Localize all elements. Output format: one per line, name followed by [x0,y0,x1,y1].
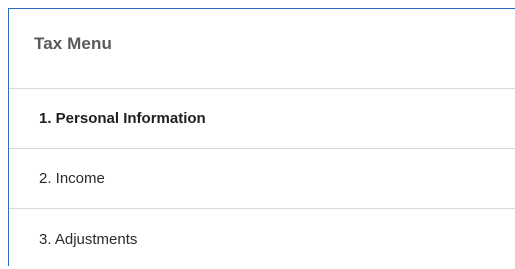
tax-menu-panel: Tax Menu 1. Personal Information 2. Inco… [8,8,515,266]
menu-item-label: 3. Adjustments [39,230,138,248]
menu-item-adjustments[interactable]: 3. Adjustments [9,209,515,269]
menu-item-label: 2. Income [39,170,105,187]
menu-item-label: 1. Personal Information [39,110,206,127]
panel-header: Tax Menu [9,9,515,89]
menu-item-income[interactable]: 2. Income [9,149,515,209]
tax-menu-list: 1. Personal Information 2. Income 3. Adj… [9,89,515,269]
panel-title: Tax Menu [34,34,112,53]
menu-item-personal-information[interactable]: 1. Personal Information [9,89,515,149]
